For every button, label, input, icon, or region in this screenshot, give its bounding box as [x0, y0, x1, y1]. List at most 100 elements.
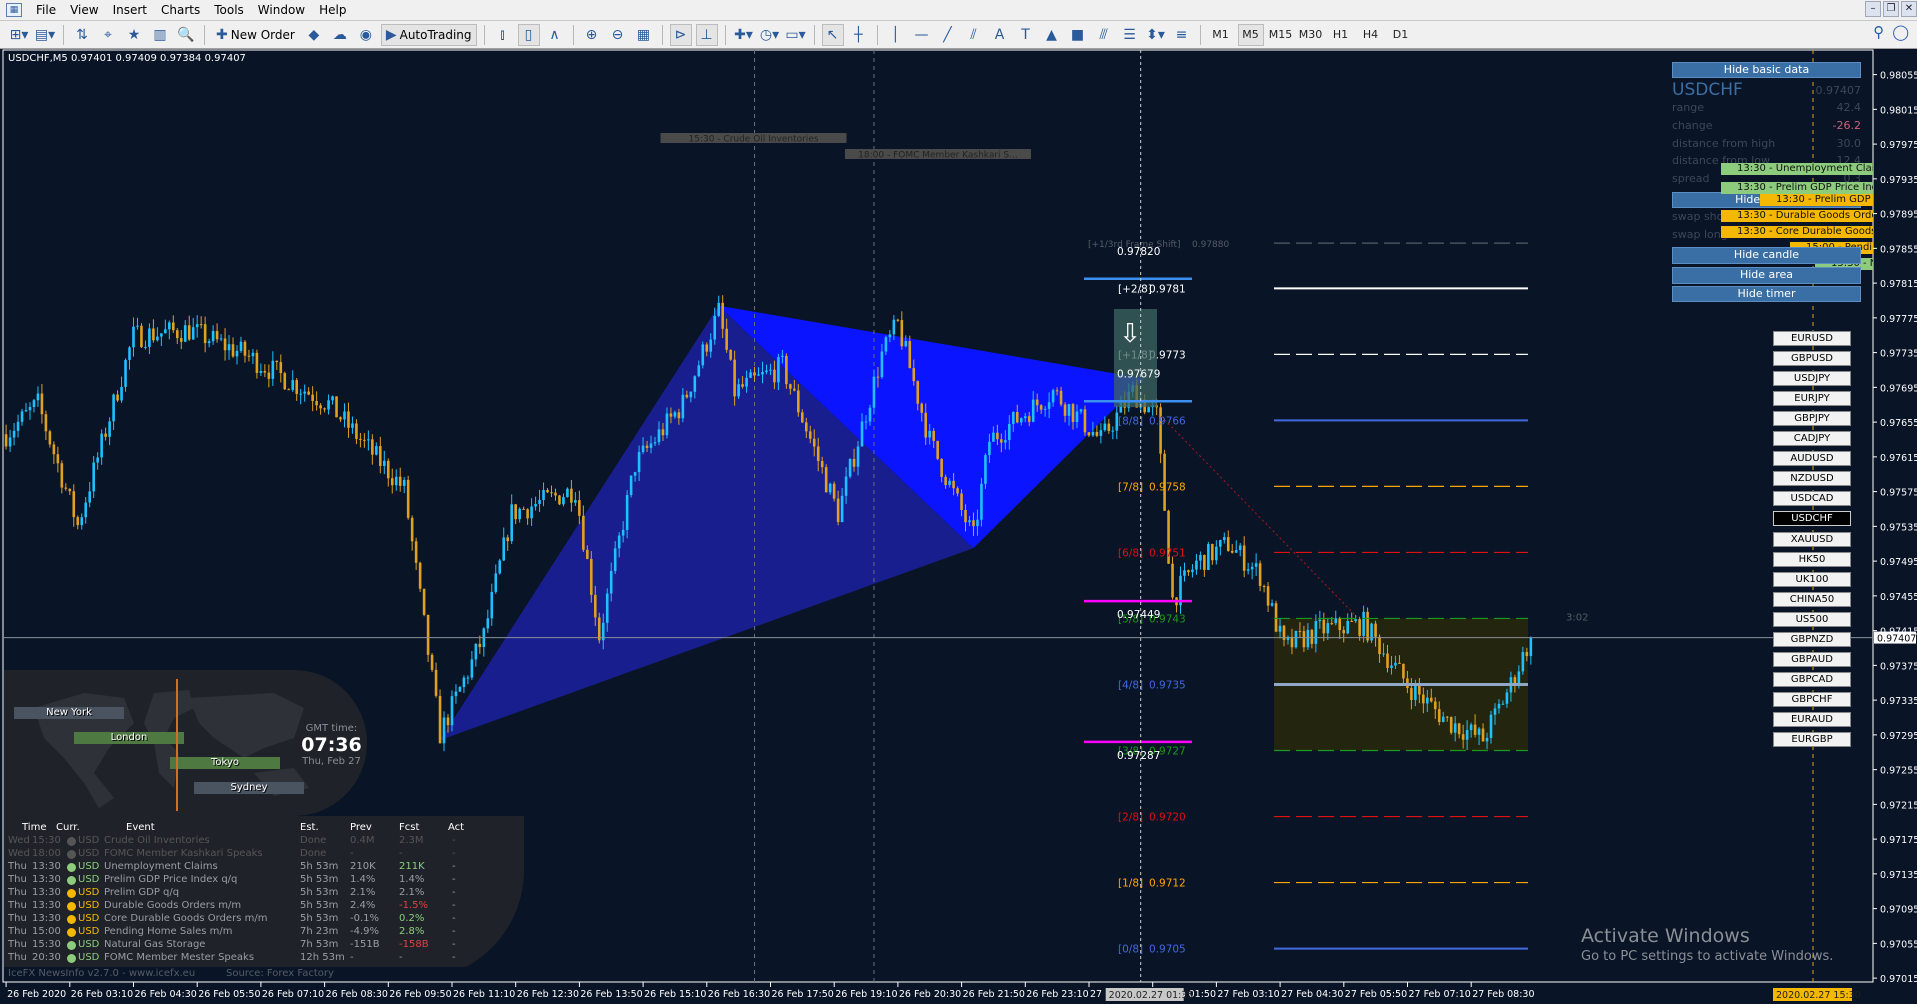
news-marker-label[interactable]: 18:00 - FOMC Member Kashkari S...: [844, 149, 1031, 161]
symbol-button-audusd[interactable]: AUDUSD: [1773, 451, 1851, 467]
sell-signal-box[interactable]: ⇩: [1114, 309, 1157, 407]
menu-charts[interactable]: Charts: [155, 3, 208, 17]
text-label-button[interactable]: T: [1015, 24, 1037, 46]
trendline-button[interactable]: ╱: [937, 24, 959, 46]
alerts-button[interactable]: ☁: [329, 24, 351, 46]
news-row[interactable]: Thu 15:00 USD Pending Home Sales m/m 7h 23m -…: [4, 926, 504, 939]
minimize-button[interactable]: –: [1865, 1, 1881, 17]
timeframe-m1[interactable]: M1: [1208, 24, 1234, 46]
tile-windows-button[interactable]: ▦: [633, 24, 655, 46]
search-icon[interactable]: ⚲: [1873, 23, 1884, 41]
news-row[interactable]: Thu 15:30 USD Natural Gas Storage 7h 53m -151…: [4, 939, 504, 952]
candlestick-button[interactable]: ▯: [517, 23, 540, 46]
symbol-button-hk50[interactable]: HK50: [1773, 551, 1851, 567]
cursor-button[interactable]: ↖: [821, 23, 844, 46]
symbol-button-xauusd[interactable]: XAUUSD: [1773, 531, 1851, 547]
symbol-button-us500[interactable]: US500: [1773, 611, 1851, 627]
terminal-button[interactable]: ▥: [149, 24, 171, 46]
news-row[interactable]: Thu 13:30 USD Durable Goods Orders m/m 5h 53…: [4, 900, 504, 913]
symbol-button-eurusd[interactable]: EURUSD: [1773, 331, 1851, 346]
menu-file[interactable]: File: [30, 3, 64, 17]
fibonacci-expansion-button[interactable]: ≡: [1171, 24, 1193, 46]
timeframe-m30[interactable]: M30: [1298, 24, 1324, 46]
hide-timer-button[interactable]: Hide timer: [1672, 286, 1861, 302]
autotrading-button[interactable]: ▶ AutoTrading: [380, 23, 477, 46]
news-row[interactable]: Thu 13:30 USD Unemployment Claims 5h 53m 210K…: [4, 861, 504, 874]
periods-button[interactable]: ◷▾: [759, 24, 781, 46]
menu-view[interactable]: View: [64, 3, 106, 17]
hide-candle-button[interactable]: Hide candle: [1672, 247, 1861, 264]
hide-basic-data-button[interactable]: Hide basic data: [1672, 62, 1861, 78]
new-order-button[interactable]: ✚ New Order: [212, 24, 299, 46]
news-row[interactable]: Wed 15:30 USD Crude Oil Inventories Done 0.4M…: [4, 835, 504, 848]
data-window-button[interactable]: ⌖: [97, 24, 119, 46]
symbol-button-gbpcad[interactable]: GBPCAD: [1773, 671, 1851, 687]
news-row[interactable]: Thu 13:30 USD Prelim GDP Price Index q/q 5h …: [4, 874, 504, 887]
horizontal-line-button[interactable]: —: [911, 24, 933, 46]
zoom-out-button[interactable]: ⊖: [607, 24, 629, 46]
crosshair-button[interactable]: ┼: [848, 24, 870, 46]
menu-insert[interactable]: Insert: [107, 3, 155, 17]
timeframe-m5[interactable]: M5: [1237, 23, 1264, 46]
symbol-button-uk100[interactable]: UK100: [1773, 571, 1851, 587]
navigator-button[interactable]: ★: [123, 24, 145, 46]
profiles-button[interactable]: ▤▾: [34, 24, 56, 46]
symbol-button-usdjpy[interactable]: USDJPY: [1773, 371, 1851, 387]
vertical-line-button[interactable]: │: [885, 24, 907, 46]
fibonacci-retracement-button[interactable]: ☰: [1119, 24, 1141, 46]
restore-button[interactable]: ❐: [1883, 1, 1899, 17]
timeframe-m15[interactable]: M15: [1268, 24, 1294, 46]
metaeditor-button[interactable]: ◆: [303, 24, 325, 46]
news-row[interactable]: Thu 13:30 USD Prelim GDP q/q 5h 53m 2.1% 2.1% -: [4, 887, 504, 900]
menu-window[interactable]: Window: [252, 3, 313, 17]
news-event-bar[interactable]: 13:30 - Core Durable Goods Orders m/m: [1721, 226, 1873, 238]
news-row[interactable]: Wed 18:00 USD FOMC Member Kashkari Speaks Do…: [4, 848, 504, 861]
symbol-button-gbpaud[interactable]: GBPAUD: [1773, 651, 1851, 667]
symbol-button-china50[interactable]: CHINA50: [1773, 591, 1851, 607]
indicators-button[interactable]: ✚▾: [733, 24, 755, 46]
symbol-button-usdchf[interactable]: USDCHF: [1773, 511, 1851, 527]
symbol-button-gbpjpy[interactable]: GBPJPY: [1773, 411, 1851, 427]
close-button[interactable]: ✕: [1901, 1, 1917, 17]
line-chart-button[interactable]: ∧: [544, 24, 566, 46]
news-event-bar[interactable]: 13:30 - Durable Goods Orders m/m: [1721, 210, 1873, 222]
news-row[interactable]: Thu 13:30 USD Core Durable Goods Orders m/m…: [4, 913, 504, 926]
fibonacci-channel-button[interactable]: ⫻: [1093, 24, 1115, 46]
symbol-button-cadjpy[interactable]: CADJPY: [1773, 431, 1851, 447]
timeframe-h4[interactable]: H4: [1358, 24, 1384, 46]
new-chart-button[interactable]: ⊞▾: [8, 24, 30, 46]
strategy-tester-button[interactable]: 🔍: [175, 24, 197, 46]
news-row[interactable]: Thu 20:30 USD FOMC Member Mester Speaks 12h …: [4, 952, 504, 965]
bar-chart-button[interactable]: ⫾: [492, 24, 514, 46]
symbol-button-eurjpy[interactable]: EURJPY: [1773, 391, 1851, 407]
news-event-bar[interactable]: 13:30 - Prelim GDP Price Index q/q: [1721, 182, 1873, 194]
market-watch-button[interactable]: ⇅: [71, 24, 93, 46]
menu-help[interactable]: Help: [313, 3, 354, 17]
templates-button[interactable]: ▭▾: [785, 24, 807, 46]
text-button[interactable]: A: [989, 24, 1011, 46]
signals-button[interactable]: ◉: [355, 24, 377, 46]
triangle-button[interactable]: ▲: [1041, 24, 1063, 46]
rectangle-button[interactable]: ■: [1067, 24, 1089, 46]
chart-shift-button[interactable]: ⊥: [695, 23, 718, 46]
news-event-bar[interactable]: 13:30 - Prelim GDP q/q: [1760, 194, 1873, 206]
symbol-button-gbpusd[interactable]: GBPUSD: [1773, 351, 1851, 367]
time-tick-label: 26 Feb 17:50: [772, 989, 834, 1000]
news-event-bar[interactable]: 13:30 - Unemployment Claims: [1721, 163, 1873, 175]
arrows-button[interactable]: ⬍▾: [1145, 24, 1167, 46]
news-marker-label[interactable]: 15:30 - Crude Oil Inventories: [660, 133, 847, 145]
equidistant-channel-button[interactable]: ⫽: [963, 24, 985, 46]
timeframe-d1[interactable]: D1: [1388, 24, 1414, 46]
symbol-button-euraud[interactable]: EURAUD: [1773, 711, 1851, 727]
timeframe-h1[interactable]: H1: [1328, 24, 1354, 46]
symbol-button-gbpnzd[interactable]: GBPNZD: [1773, 631, 1851, 647]
community-icon[interactable]: ◯: [1892, 23, 1909, 41]
auto-scroll-button[interactable]: ⊳: [669, 23, 692, 46]
menu-tools[interactable]: Tools: [208, 3, 252, 17]
symbol-button-nzdusd[interactable]: NZDUSD: [1773, 471, 1851, 487]
symbol-button-usdcad[interactable]: USDCAD: [1773, 491, 1851, 507]
zoom-in-button[interactable]: ⊕: [581, 24, 603, 46]
hide-area-button[interactable]: Hide area: [1672, 267, 1861, 284]
symbol-button-gbpchf[interactable]: GBPCHF: [1773, 691, 1851, 707]
symbol-button-eurgbp[interactable]: EURGBP: [1773, 732, 1851, 747]
